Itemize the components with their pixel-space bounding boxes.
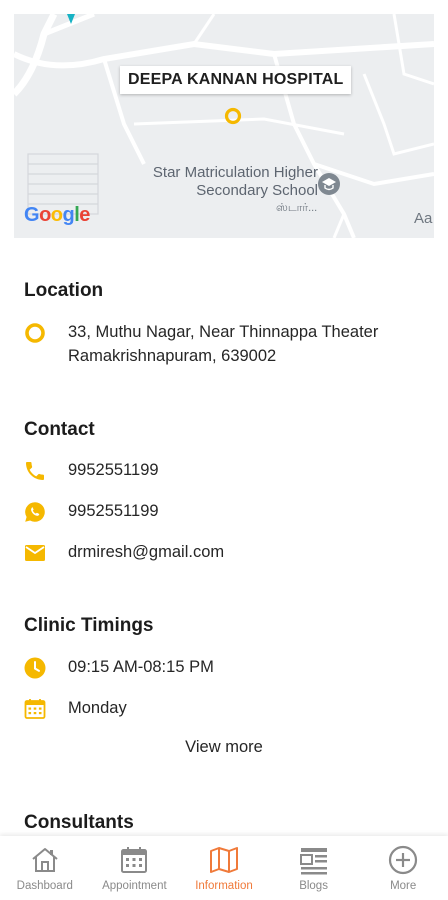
school-tamil-label: ஸ்டார்... [276, 202, 318, 214]
nav-information[interactable]: Information [179, 836, 269, 900]
home-icon [28, 843, 62, 877]
email-icon [22, 540, 48, 566]
hours-row: 09:15 AM-08:15 PM [22, 655, 214, 681]
whatsapp-icon [22, 499, 48, 525]
day-row: Monday [22, 696, 127, 722]
plus-circle-icon [386, 843, 420, 877]
location-title: Location [24, 280, 104, 301]
consultants-title: Consultants [24, 812, 134, 833]
clinic-timings-title: Clinic Timings [24, 615, 154, 636]
nav-more-label: More [390, 880, 417, 892]
whatsapp-number: 9952551199 [68, 502, 159, 520]
hospital-map-label: DEEPA KANNAN HOSPITAL [120, 66, 352, 94]
school-line-1: Star Matriculation Higher [152, 164, 318, 181]
nav-blogs-label: Blogs [299, 880, 328, 892]
map-view[interactable]: DEEPA KANNAN HOSPITAL Star Matriculation… [14, 14, 434, 238]
email-row[interactable]: drmiresh@gmail.com [22, 540, 224, 566]
map-edge-label: Aa [414, 210, 433, 227]
view-more-link[interactable]: View more [0, 738, 448, 757]
nav-appointment[interactable]: Appointment [90, 836, 180, 900]
phone-row[interactable]: 9952551199 [22, 458, 159, 484]
address-line-2: Ramakrishnapuram, 639002 [68, 347, 277, 365]
nav-information-label: Information [195, 880, 253, 892]
google-logo: Google [24, 204, 90, 226]
clinic-hours: 09:15 AM-08:15 PM [68, 658, 214, 676]
school-map-label: Star Matriculation Higher Secondary Scho… [118, 164, 318, 200]
email-address: drmiresh@gmail.com [68, 543, 225, 561]
map-icon [207, 843, 241, 877]
nav-more[interactable]: More [358, 836, 448, 900]
whatsapp-row[interactable]: 9952551199 [22, 499, 159, 525]
blogs-icon [297, 843, 331, 877]
school-line-2: Secondary School [196, 182, 318, 199]
bottom-navigation: Dashboard Appointment Information Blogs … [0, 836, 448, 900]
clinic-day: Monday [68, 699, 127, 717]
clock-icon [22, 655, 48, 681]
address-row[interactable]: 33, Muthu Nagar, Near Thinnappa Theater … [22, 320, 378, 368]
address-line-1: 33, Muthu Nagar, Near Thinnappa Theater [68, 323, 379, 341]
calendar-icon [117, 843, 151, 877]
address-text: 33, Muthu Nagar, Near Thinnappa Theater … [68, 320, 378, 368]
calendar-day-icon [22, 696, 48, 722]
location-pin-icon [22, 320, 48, 346]
phone-number: 9952551199 [68, 461, 159, 479]
phone-icon [22, 458, 48, 484]
nav-dashboard-label: Dashboard [16, 880, 73, 892]
nav-dashboard[interactable]: Dashboard [0, 836, 90, 900]
nav-blogs[interactable]: Blogs [269, 836, 359, 900]
nav-appointment-label: Appointment [102, 880, 167, 892]
contact-title: Contact [24, 419, 95, 440]
